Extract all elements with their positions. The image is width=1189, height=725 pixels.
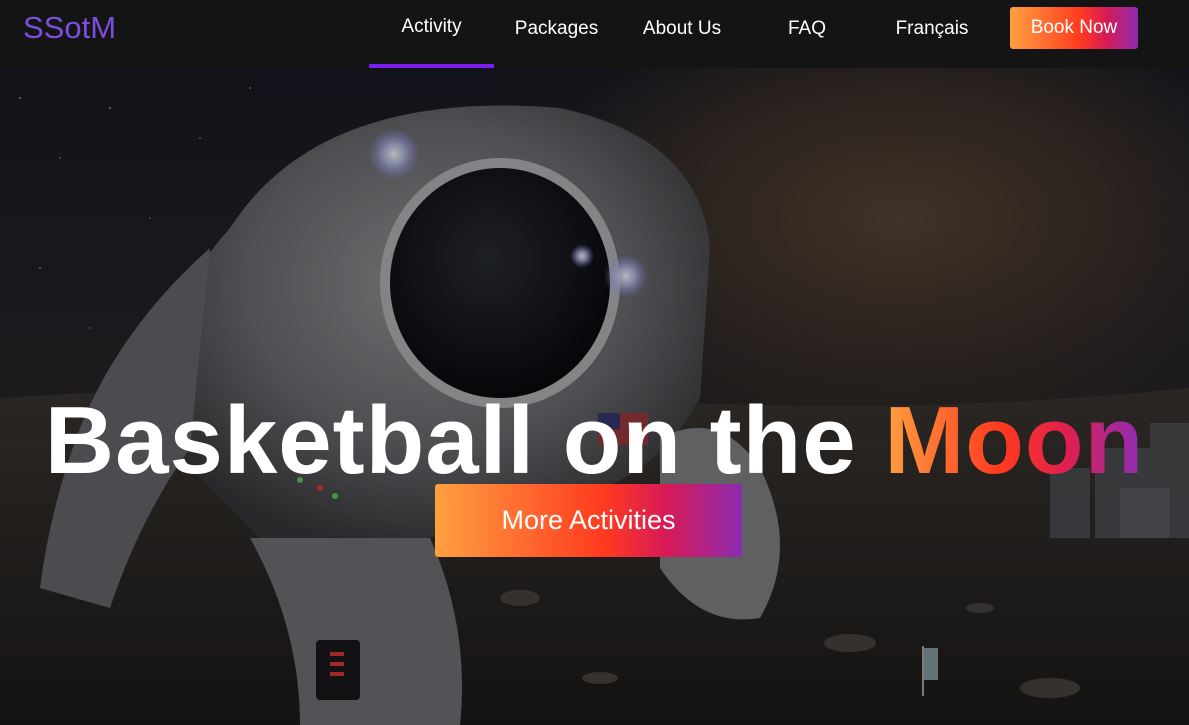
nav-item-activity[interactable]: Activity (369, 0, 494, 68)
hero-title-main: Basketball on the (44, 387, 857, 494)
nav-item-packages[interactable]: Packages (496, 0, 617, 68)
nav-item-about-us[interactable]: About Us (622, 0, 742, 68)
nav-item-faq[interactable]: FAQ (747, 0, 867, 68)
hero-title-highlight: Moon (884, 387, 1145, 494)
nav-item-francais[interactable]: Français (872, 0, 992, 68)
book-now-button[interactable]: Book Now (1010, 7, 1138, 49)
site-logo[interactable]: SSotM (23, 10, 116, 46)
hero-title: Basketball on the Moon (0, 386, 1189, 496)
top-navbar: SSotM Activity Packages About Us FAQ Fra… (0, 0, 1189, 68)
hero-section: Basketball on the Moon More Activities (0, 68, 1189, 725)
more-activities-button[interactable]: More Activities (435, 484, 742, 557)
